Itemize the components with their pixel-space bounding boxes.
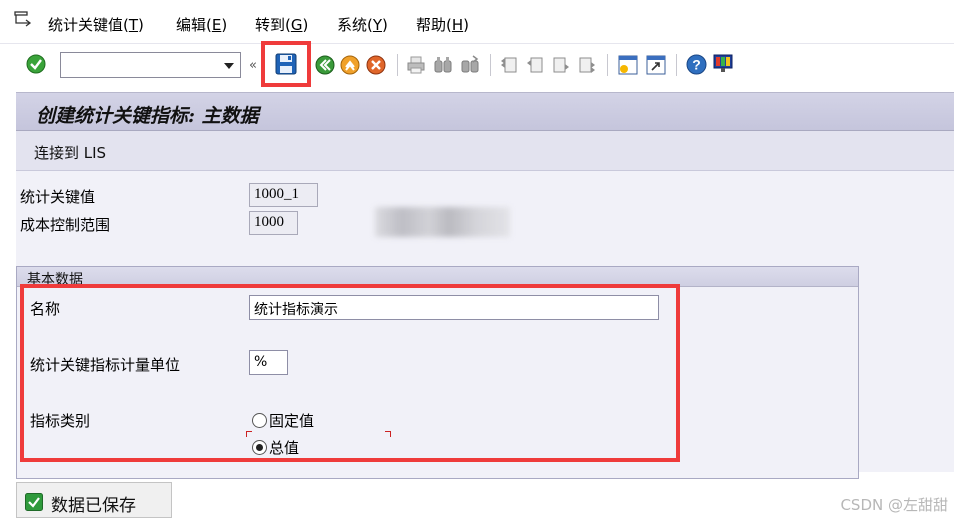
find-next-icon[interactable] [459, 55, 481, 75]
enter-icon[interactable] [26, 54, 46, 74]
application-toolbar: 连接到 LIS [16, 131, 954, 171]
find-icon[interactable] [432, 55, 454, 75]
shortcut-icon[interactable] [645, 54, 667, 76]
menu-system[interactable]: 系统(Y) [337, 14, 388, 35]
command-field[interactable] [60, 52, 241, 78]
system-menu-icon[interactable] [14, 11, 32, 27]
basic-data-highlight-box [20, 284, 680, 462]
redacted-text [375, 207, 510, 237]
standard-toolbar: « ? [0, 41, 954, 90]
skf-label: 统计关键值 [20, 188, 96, 206]
toolbar-separator [397, 54, 398, 76]
skf-value: 1000_1 [254, 186, 299, 202]
menu-help[interactable]: 帮助(H) [416, 14, 469, 35]
screen-title-bar: 创建统计关键指标: 主数据 [16, 92, 954, 131]
exit-icon[interactable] [340, 55, 360, 75]
page-title: 创建统计关键指标: 主数据 [36, 105, 259, 127]
status-message: 数据已保存 [51, 496, 136, 516]
toolbar-separator [490, 54, 491, 76]
back-icon[interactable] [315, 55, 335, 75]
controlling-area-field[interactable]: 1000 [249, 211, 298, 235]
svg-text:?: ? [692, 57, 701, 73]
first-page-icon[interactable] [499, 55, 519, 75]
command-field-dropdown-icon[interactable] [224, 63, 234, 69]
skf-field[interactable]: 1000_1 [249, 183, 318, 207]
print-icon[interactable] [406, 55, 426, 75]
toolbar-separator [607, 54, 608, 76]
menu-statistical-key-figure[interactable]: 统计关键值(T) [48, 14, 144, 35]
menu-edit[interactable]: 编辑(E) [176, 14, 227, 35]
watermark: CSDN @左甜甜 [840, 496, 948, 514]
help-icon[interactable]: ? [686, 54, 707, 75]
previous-page-icon[interactable] [525, 55, 545, 75]
next-page-icon[interactable] [551, 55, 571, 75]
controlling-area-value: 1000 [254, 214, 284, 230]
status-bar[interactable]: 数据已保存 [16, 482, 172, 518]
last-page-icon[interactable] [577, 55, 597, 75]
success-check-icon [25, 493, 43, 511]
toolbar-separator [676, 54, 677, 76]
customize-layout-icon[interactable] [712, 53, 734, 75]
save-icon[interactable] [275, 53, 297, 75]
controlling-area-label: 成本控制范围 [20, 216, 111, 234]
menu-goto[interactable]: 转到(G) [255, 14, 308, 35]
cancel-icon[interactable] [366, 55, 386, 75]
new-session-icon[interactable] [617, 54, 639, 76]
toolbar-collapse-icon[interactable]: « [249, 58, 257, 73]
connect-to-lis-button[interactable]: 连接到 LIS [34, 142, 106, 163]
menu-bar: 统计关键值(T) 编辑(E) 转到(G) 系统(Y) 帮助(H) [0, 0, 954, 44]
